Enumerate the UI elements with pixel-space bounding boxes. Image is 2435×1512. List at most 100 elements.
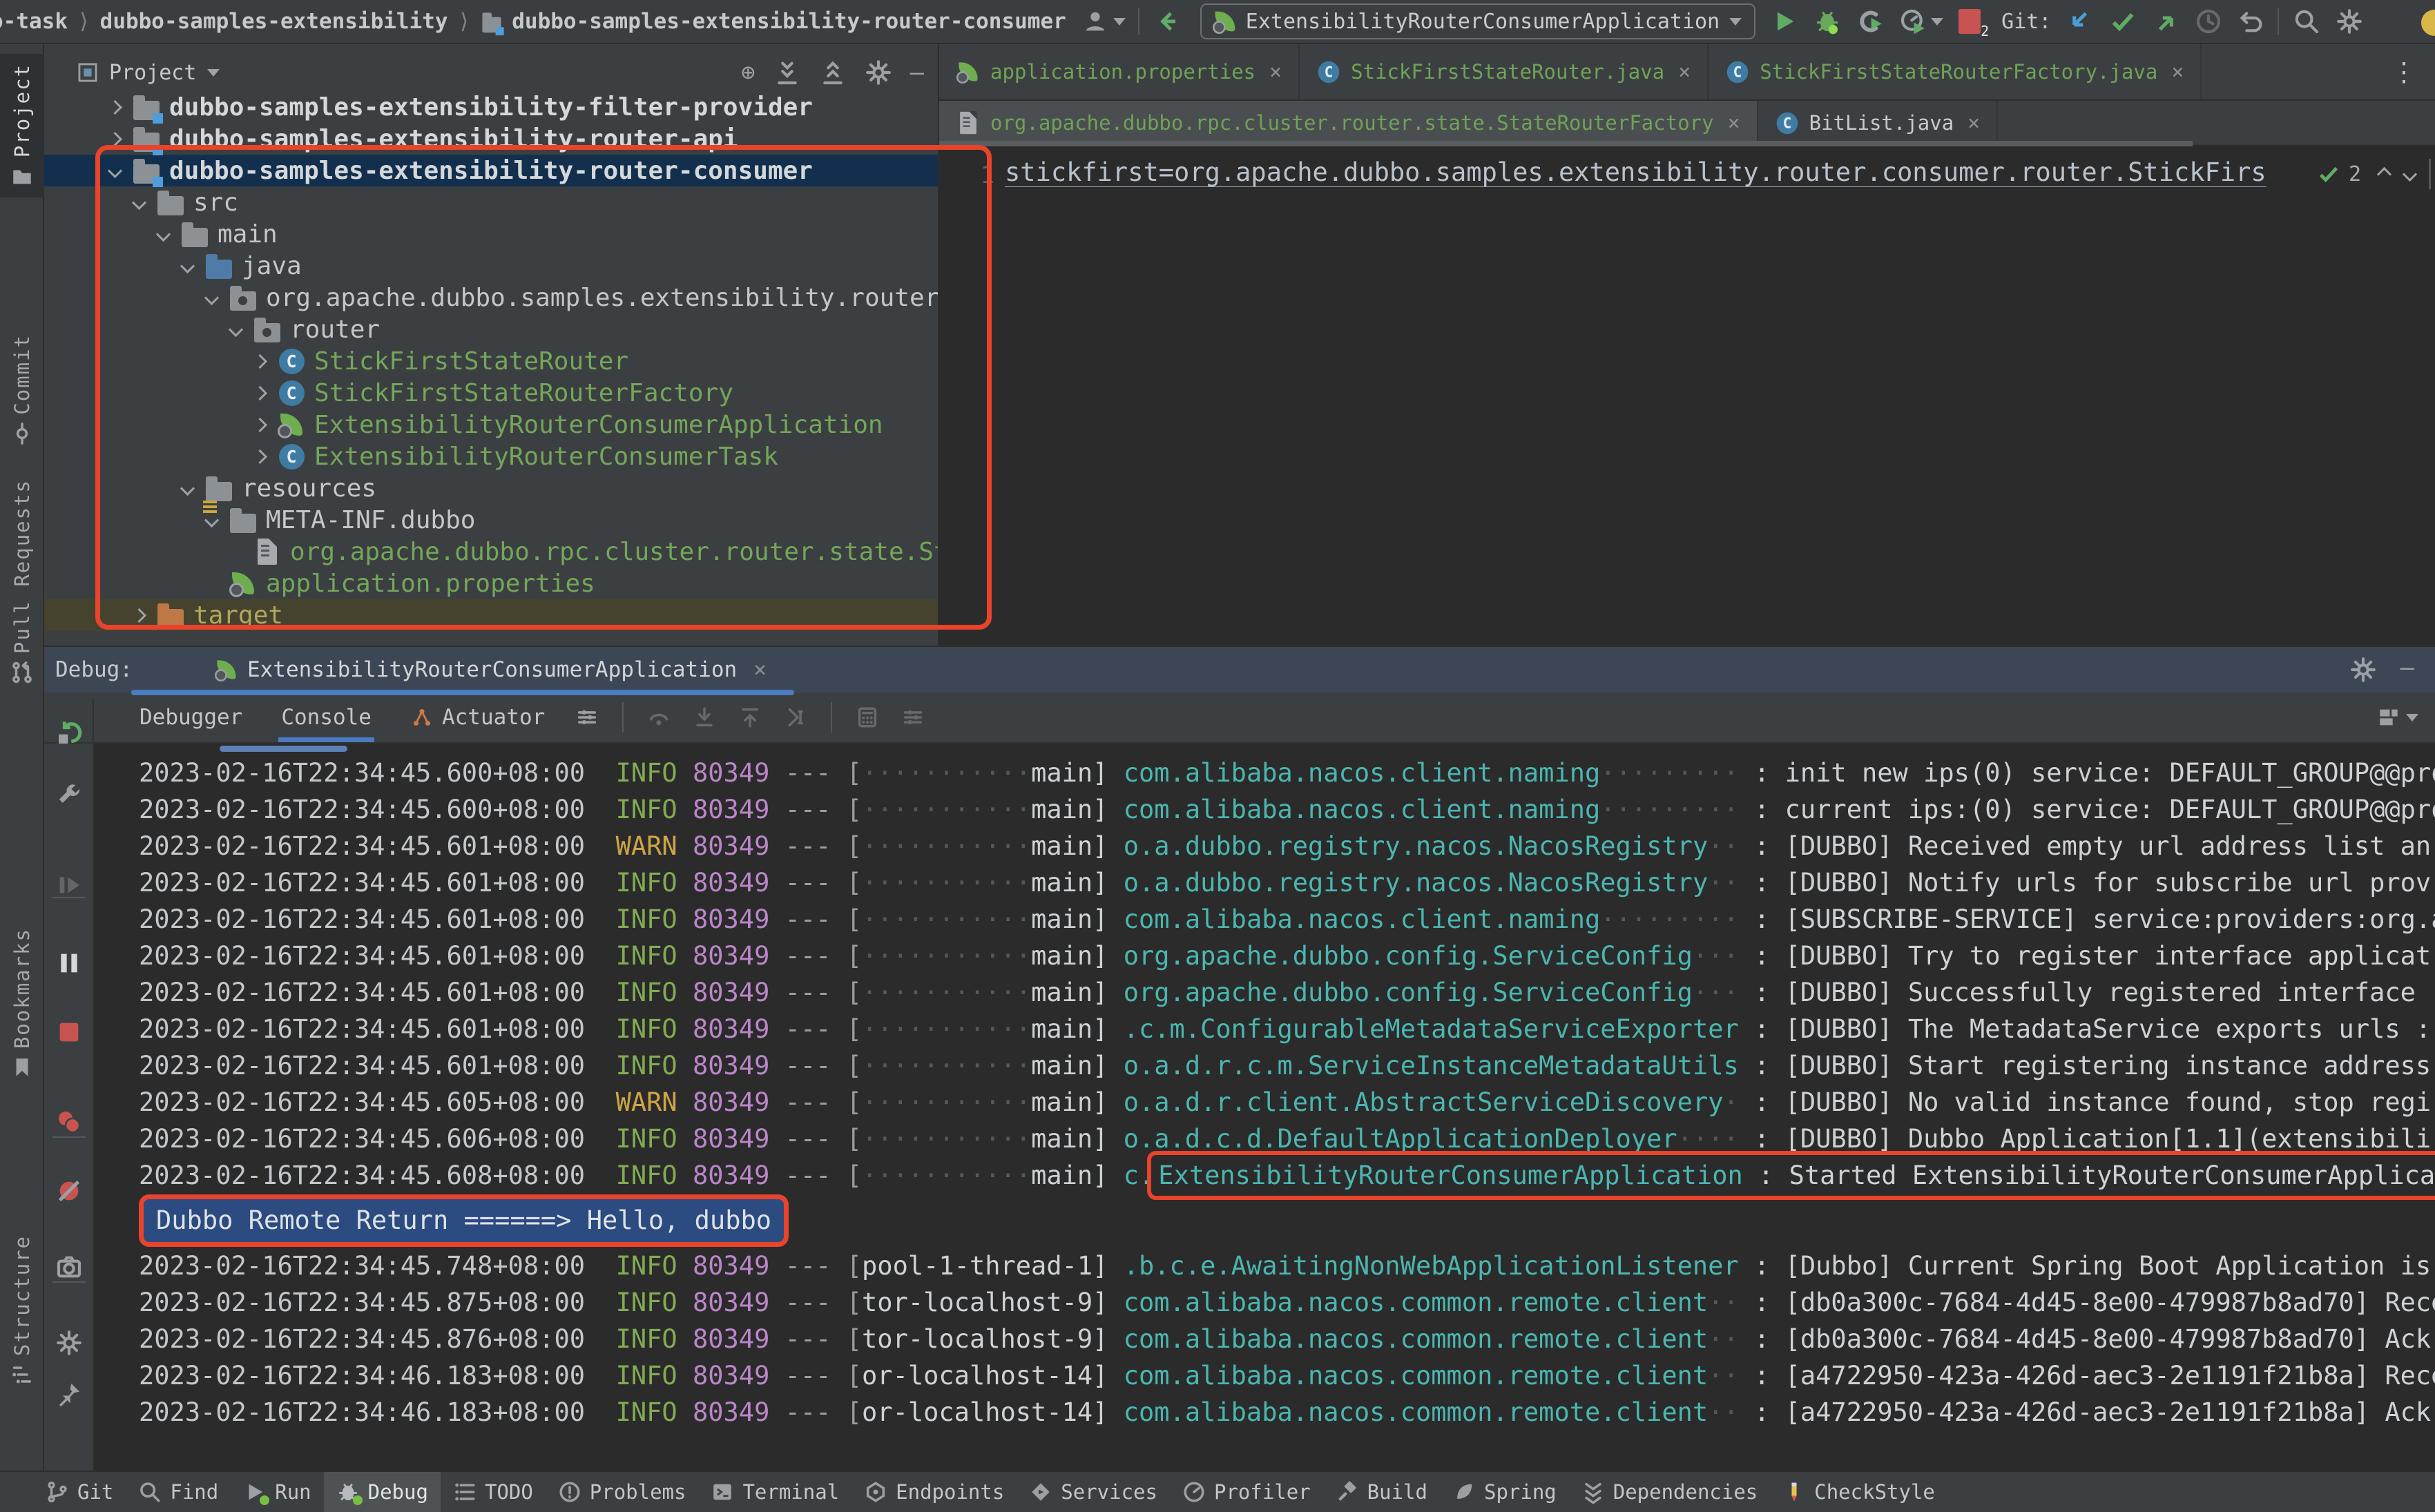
statusbar-item-build[interactable]: Build: [1323, 1472, 1440, 1512]
profiler-button[interactable]: [1899, 8, 1927, 35]
mute-breakpoints-button[interactable]: [55, 1177, 83, 1205]
close-icon[interactable]: ×: [1269, 60, 1282, 84]
statusbar-item-profiler[interactable]: Profiler: [1170, 1472, 1323, 1512]
statusbar-item-spring[interactable]: Spring: [1440, 1472, 1569, 1512]
sidebar-item-bookmarks[interactable]: Bookmarks: [0, 918, 44, 1089]
prev-problem-button[interactable]: [2376, 166, 2392, 182]
rerun-button[interactable]: [55, 719, 83, 747]
locate-file-button[interactable]: ⊕: [741, 61, 755, 84]
tree-row[interactable]: dubbo-samples-extensibility-filter-provi…: [44, 91, 938, 124]
step-out-button[interactable]: [738, 706, 762, 729]
chevron-right-icon[interactable]: [252, 353, 267, 369]
inspection-widget[interactable]: 2: [2317, 159, 2431, 189]
statusbar-item-run[interactable]: Run: [231, 1472, 323, 1512]
layout-settings-button[interactable]: [901, 706, 925, 729]
code-line[interactable]: stickfirst=org.apache.dubbo.samples.exte…: [1005, 157, 2345, 187]
close-icon[interactable]: ×: [1678, 60, 1691, 84]
breadcrumb-module[interactable]: dubbo-samples-extensibility-router-consu…: [512, 9, 1066, 34]
tree-row[interactable]: resources: [44, 472, 938, 504]
debug-settings-button[interactable]: [2349, 656, 2377, 684]
tree-row[interactable]: C StickFirstStateRouter: [44, 345, 938, 377]
pin-tab-button[interactable]: [55, 1380, 83, 1408]
tree-row[interactable]: src: [44, 186, 938, 218]
editor-body[interactable]: 1 stickfirst=org.apache.dubbo.samples.ex…: [939, 145, 2435, 646]
user-icon[interactable]: [1081, 8, 1109, 35]
debug-tab-debugger[interactable]: Debugger: [120, 692, 262, 742]
evaluate-expression-button[interactable]: [856, 706, 879, 729]
step-over-button[interactable]: [647, 706, 671, 729]
tree-row[interactable]: router: [44, 313, 938, 345]
editor-tab[interactable]: C StickFirstStateRouter.java ×: [1300, 44, 1709, 99]
chevron-right-icon[interactable]: [252, 449, 267, 464]
chevron-down-icon[interactable]: [204, 512, 219, 527]
chevron-right-icon[interactable]: [107, 131, 122, 146]
pause-button[interactable]: [55, 949, 83, 977]
chevron-down-icon[interactable]: [180, 258, 195, 273]
hide-debug-button[interactable]: —: [2400, 656, 2414, 684]
statusbar-item-endpoints[interactable]: Endpoints: [851, 1472, 1017, 1512]
chevron-down-icon[interactable]: [131, 195, 146, 210]
statusbar-item-checkstyle[interactable]: CheckStyle: [1770, 1472, 1947, 1512]
statusbar-item-services[interactable]: Services: [1017, 1472, 1170, 1512]
project-view-selector[interactable]: Project: [109, 61, 196, 85]
debug-button[interactable]: [1813, 8, 1841, 35]
sidebar-item-pull-requests[interactable]: Pull Requests: [0, 469, 44, 694]
tree-row[interactable]: application.properties: [44, 568, 938, 599]
sidebar-item-commit[interactable]: Commit: [0, 324, 44, 455]
tree-row[interactable]: META-INF.dubbo: [44, 504, 938, 536]
tree-row[interactable]: java: [44, 250, 938, 282]
tab-options-icon[interactable]: ⋮: [2373, 44, 2435, 99]
statusbar-item-terminal[interactable]: Terminal: [698, 1472, 851, 1512]
run-with-coverage-button[interactable]: [1856, 8, 1884, 35]
history-icon[interactable]: [2195, 8, 2222, 35]
breadcrumb-project[interactable]: dubbo-samples-extensibility: [100, 9, 448, 34]
debugger-settings-button[interactable]: [55, 1329, 83, 1357]
run-configuration-select[interactable]: ExtensibilityRouterConsumerApplication: [1200, 3, 1756, 39]
chevron-down-icon[interactable]: [180, 481, 195, 496]
panel-settings-button[interactable]: [865, 59, 892, 86]
tree-row[interactable]: dubbo-samples-extensibility-router-consu…: [44, 155, 938, 187]
expand-all-button[interactable]: [773, 59, 801, 86]
next-problem-button[interactable]: [2402, 166, 2418, 182]
statusbar-item-dependencies[interactable]: Dependencies: [1569, 1472, 1771, 1512]
close-icon[interactable]: ×: [1728, 111, 1740, 135]
debug-console[interactable]: 2023-02-16T22:34:45.600+08:00 INFO 80349…: [94, 744, 2435, 1471]
editor-tab[interactable]: C StickFirstStateRouterFactory.java ×: [1709, 44, 2202, 99]
resume-button[interactable]: [55, 871, 83, 899]
editor-tab[interactable]: C BitList.java ×: [1758, 101, 1999, 145]
statusbar-item-git[interactable]: Git: [33, 1472, 126, 1512]
debug-session-tab[interactable]: ExtensibilityRouterConsumerApplication ×: [214, 657, 767, 682]
rollback-button[interactable]: [2237, 8, 2265, 35]
thread-dump-button[interactable]: [55, 1253, 83, 1281]
debug-tab-console[interactable]: Console: [262, 692, 391, 742]
tree-row[interactable]: dubbo-samples-extensibility-router-api: [44, 123, 938, 155]
hide-panel-button[interactable]: —: [910, 61, 924, 84]
tree-row[interactable]: ExtensibilityRouterConsumerApplication: [44, 409, 938, 440]
console-options-button[interactable]: [575, 706, 599, 729]
console-hscrollbar[interactable]: [220, 746, 347, 752]
navigate-back-icon[interactable]: [1155, 8, 1182, 35]
settings-button[interactable]: [2336, 8, 2363, 35]
tree-row[interactable]: org.apache.dubbo.rpc.cluster.router.stat…: [44, 536, 938, 568]
view-breakpoints-button[interactable]: [55, 1108, 83, 1136]
chevron-down-icon[interactable]: [228, 322, 243, 337]
git-update-button[interactable]: [2066, 8, 2094, 35]
tree-row[interactable]: target: [44, 599, 938, 631]
stop-button[interactable]: [55, 1018, 83, 1046]
edit-configuration-button[interactable]: [55, 782, 83, 809]
chevron-right-icon[interactable]: [252, 417, 267, 432]
editor-tab[interactable]: application.properties ×: [939, 44, 1300, 99]
statusbar-item-debug[interactable]: Debug: [323, 1472, 441, 1512]
tree-row[interactable]: C StickFirstStateRouterFactory: [44, 377, 938, 409]
chevron-right-icon[interactable]: [131, 608, 146, 623]
git-push-button[interactable]: [2152, 8, 2179, 35]
debug-tab-actuator[interactable]: Actuator: [391, 692, 564, 742]
search-everywhere-button[interactable]: [2293, 8, 2320, 35]
chevron-right-icon[interactable]: [107, 99, 122, 115]
close-icon[interactable]: ×: [1967, 111, 1980, 135]
sidebar-item-project[interactable]: Project: [0, 54, 44, 198]
chevron-down-icon[interactable]: [155, 226, 171, 242]
statusbar-item-find[interactable]: Find: [126, 1472, 231, 1512]
sidebar-item-structure[interactable]: Structure: [0, 1225, 44, 1396]
chevron-right-icon[interactable]: [252, 385, 267, 400]
